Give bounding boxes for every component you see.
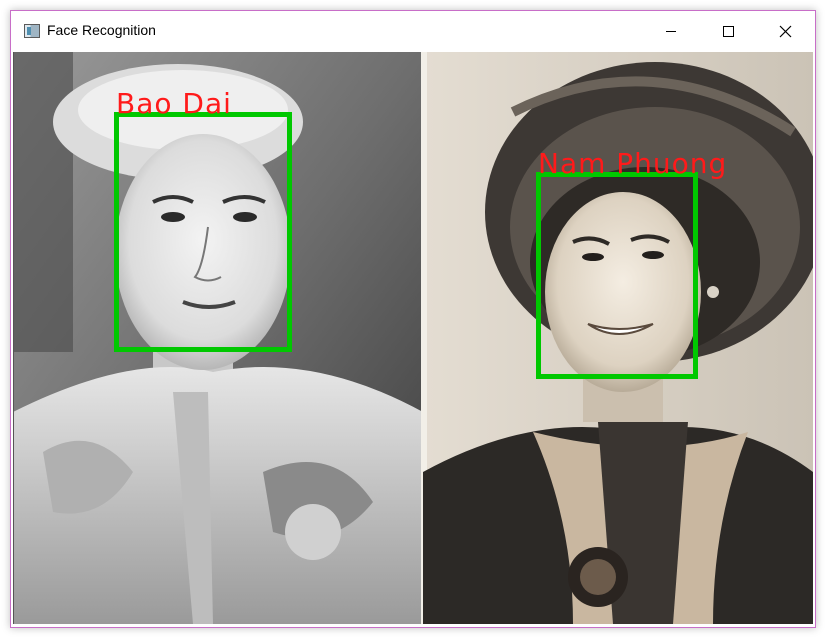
app-window-icon — [24, 24, 40, 38]
minimize-icon — [666, 31, 676, 32]
face-box-bao-dai — [114, 112, 292, 352]
maximize-button[interactable] — [705, 11, 751, 51]
window-title: Face Recognition — [47, 22, 156, 38]
minimize-button[interactable] — [648, 11, 694, 51]
recognition-canvas: Bao Dai Nam Phuong — [13, 52, 813, 624]
maximize-icon — [723, 26, 734, 37]
app-window: Face Recognition Bao Dai Nam Phuong — [10, 10, 816, 628]
face-label-nam-phuong: Nam Phuong — [538, 147, 728, 180]
face-label-bao-dai: Bao Dai — [116, 87, 232, 120]
close-button[interactable] — [762, 11, 808, 51]
close-icon — [779, 25, 792, 38]
title-bar[interactable]: Face Recognition — [11, 11, 815, 51]
face-box-nam-phuong — [536, 172, 698, 379]
